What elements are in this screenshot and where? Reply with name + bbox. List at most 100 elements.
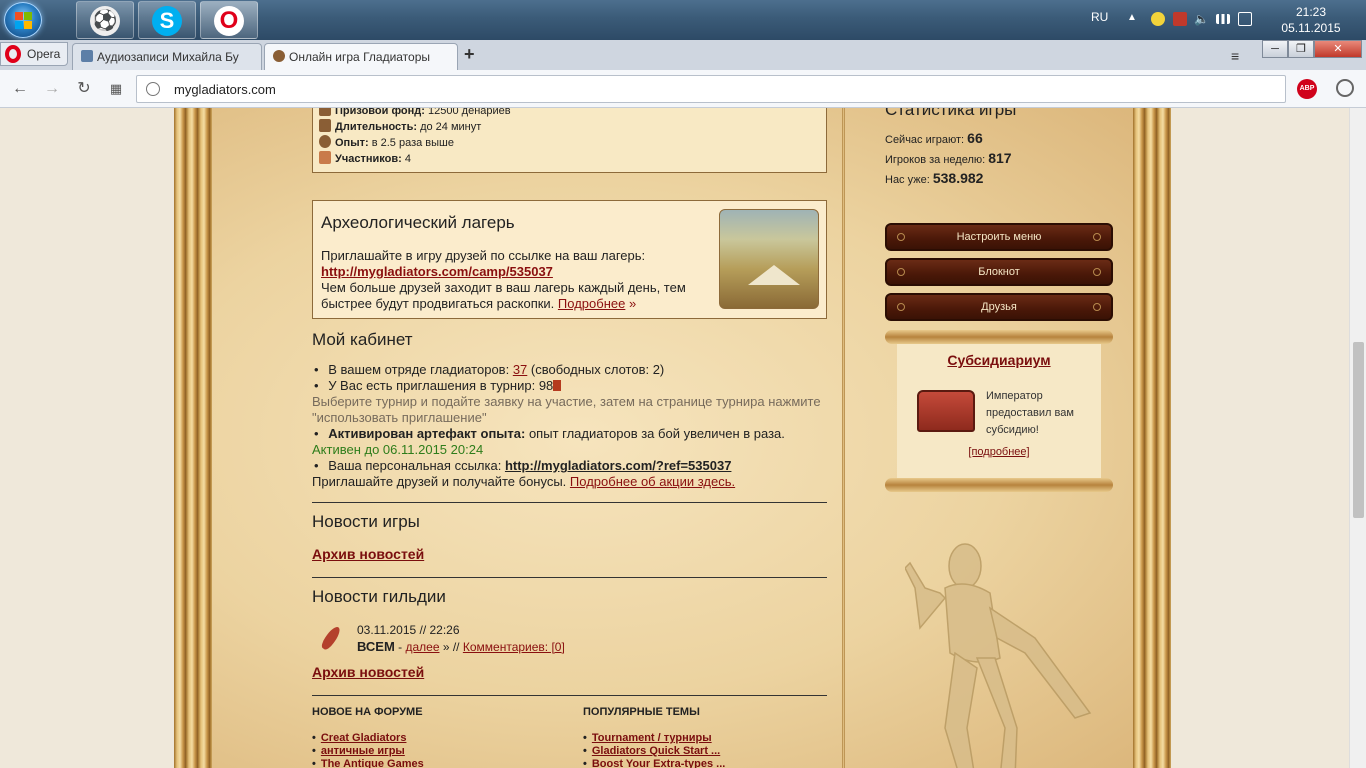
system-tray: RU ▲ 🔈 21:23 05.11.2015 (1076, 0, 1366, 40)
taskbar-opera[interactable]: O (200, 1, 258, 39)
notebook-button[interactable]: Блокнот (885, 258, 1113, 286)
address-bar[interactable]: mygladiators.com ♥ (136, 75, 1286, 103)
ref-link[interactable]: http://mygladiators.com/?ref=535037 (505, 458, 732, 473)
guild-news-datetime: 03.11.2015 // 22:26 (357, 623, 460, 637)
forum-new-item[interactable]: античные игры (312, 745, 562, 758)
taskbar-skype[interactable]: S (138, 1, 196, 39)
language-indicator[interactable]: RU (1091, 10, 1108, 24)
guild-news-dash: - (398, 640, 403, 654)
forum-new-column: НОВОЕ НА ФОРУМЕ Creat Gladiators античны… (312, 706, 562, 768)
adblock-icon[interactable]: ABP (1297, 79, 1317, 99)
subsidy-more-link[interactable]: [подробнее] (885, 446, 1113, 458)
tray-flag-icon[interactable] (1173, 12, 1187, 26)
gladiator-icon (273, 50, 285, 62)
forward-icon[interactable]: → (42, 79, 62, 99)
reload-icon[interactable]: ↻ (74, 79, 94, 99)
artifact-label: Активирован артефакт опыта: (328, 426, 526, 441)
stats-total: Нас уже: 538.982 (885, 170, 1115, 186)
url-text: mygladiators.com (174, 82, 276, 97)
mask-icon (319, 135, 331, 148)
forum-popular-item-label: Boost Your Extra-types ... (591, 758, 726, 768)
forum-popular-item[interactable]: Gladiators Quick Start ... (583, 745, 833, 758)
maximize-button[interactable]: ❐ (1288, 40, 1314, 58)
button-ornament (1093, 233, 1101, 241)
back-icon[interactable]: ← (10, 79, 30, 99)
guild-news-archive-link[interactable]: Архив новостей (312, 664, 424, 680)
stats-total-value: 538.982 (932, 170, 984, 186)
stats-playing-value: 66 (967, 130, 983, 146)
page-scrollbar[interactable] (1349, 108, 1366, 768)
quill-icon (319, 623, 350, 652)
close-button[interactable]: ✕ (1314, 40, 1362, 58)
subsidy-text: Император предоставил вам субсидию! (986, 390, 1074, 436)
button-ornament (897, 268, 905, 276)
camp-more-link[interactable]: Подробнее (558, 296, 625, 311)
camp-line1: Приглашайте в игру друзей по ссылке на в… (321, 248, 646, 263)
tab-gladiators[interactable]: Онлайн игра Гладиаторы (264, 43, 458, 70)
forum-new-item-label: античные игры (320, 745, 405, 757)
camp-title: Археологический лагерь (321, 213, 515, 232)
forum-new-item[interactable]: The Antique Games (312, 758, 562, 768)
artifact-text: опыт гладиаторов за бой увеличен в раза. (528, 426, 785, 441)
left-column-decoration (174, 108, 212, 768)
signal-icon[interactable] (1216, 14, 1230, 24)
opera-menu-button[interactable]: Opera (0, 42, 68, 66)
camp-box: Археологический лагерь Приглашайте в игр… (312, 200, 827, 319)
forum-popular-item[interactable]: Tournament / турниры (583, 732, 833, 745)
guild-news-sep: » // (442, 640, 460, 654)
button-ornament (897, 233, 905, 241)
opera-icon: O (214, 6, 244, 36)
scroll-icon[interactable] (553, 380, 562, 391)
friends-button[interactable]: Друзья (885, 293, 1113, 321)
globe-icon (146, 82, 160, 96)
football-app-icon: ⚽ (90, 6, 120, 36)
speed-dial-icon[interactable]: ▦ (106, 79, 126, 99)
subsidy-title-link[interactable]: Субсидиариум (885, 352, 1113, 368)
tab-list-icon[interactable]: ≡ (1231, 48, 1239, 64)
battery-icon[interactable] (1238, 12, 1252, 26)
guild-news-comments-link[interactable]: Комментариев: [0] (463, 640, 565, 654)
game-stats: Статистика игры Сейчас играют: 66 Игроко… (885, 108, 1115, 186)
friends-label: Друзья (981, 301, 1017, 313)
taskbar-football-app[interactable]: ⚽ (76, 1, 134, 39)
volume-icon[interactable]: 🔈 (1194, 12, 1209, 26)
video-icon (81, 50, 93, 62)
forum-popular-item-label: Tournament / турниры (591, 732, 712, 744)
start-button[interactable] (4, 2, 42, 38)
camp-link[interactable]: http://mygladiators.com/camp/535037 (321, 264, 553, 279)
clock-time: 21:23 (1295, 5, 1327, 19)
forum-new-item[interactable]: Creat Gladiators (312, 732, 562, 745)
ref-more-link[interactable]: Подробнее об акции здесь. (570, 474, 735, 489)
browser-toolbar: ← → ↻ ▦ mygladiators.com ♥ ABP (0, 70, 1366, 108)
camp-text: Приглашайте в игру друзей по ссылке на в… (321, 248, 711, 312)
right-column-decoration (1133, 108, 1171, 768)
scrollbar-thumb[interactable] (1353, 342, 1364, 518)
tab-audio[interactable]: Аудиозаписи Михайла Бу (72, 43, 262, 70)
squad-slots: (свободных слотов: 2) (530, 362, 665, 377)
tent-icon (748, 265, 800, 285)
column-divider (842, 108, 845, 768)
guild-news-more-link[interactable]: далее (405, 640, 439, 654)
user-icon[interactable] (1336, 79, 1354, 97)
squad-count-link[interactable]: 37 (513, 362, 527, 377)
game-news-archive-link[interactable]: Архив новостей (312, 546, 424, 562)
forum-popular-title: ПОПУЛЯРНЫЕ ТЕМЫ (583, 706, 700, 718)
divider (312, 577, 827, 578)
tray-app-icon[interactable] (1151, 12, 1165, 26)
subsidy-scroll: Субсидиариум Император предоставил вам с… (885, 330, 1113, 492)
guild-news-item: ВСЕМ - далее » // Комментариев: [0] (357, 639, 565, 654)
clock[interactable]: 21:23 05.11.2015 (1276, 4, 1346, 36)
ref-label: Ваша персональная ссылка: (328, 458, 502, 473)
windows-taskbar: ⚽ S O RU ▲ 🔈 21:23 05.11.2015 (0, 0, 1366, 40)
new-tab-button[interactable]: + (464, 45, 475, 63)
tournament-participants: Участников: 4 (319, 151, 411, 167)
person-icon (319, 151, 331, 164)
scroll-roll-top (885, 330, 1113, 344)
stats-week: Игроков за неделю: 817 (885, 150, 1115, 166)
minimize-button[interactable]: ─ (1262, 40, 1288, 58)
page-viewport: Призовой фонд: 12500 денариев Длительнос… (0, 108, 1349, 768)
tray-expand-icon[interactable]: ▲ (1127, 12, 1137, 23)
forum-popular-item[interactable]: Boost Your Extra-types ... (583, 758, 833, 768)
invites-count: 98 (538, 378, 554, 393)
configure-menu-button[interactable]: Настроить меню (885, 223, 1113, 251)
